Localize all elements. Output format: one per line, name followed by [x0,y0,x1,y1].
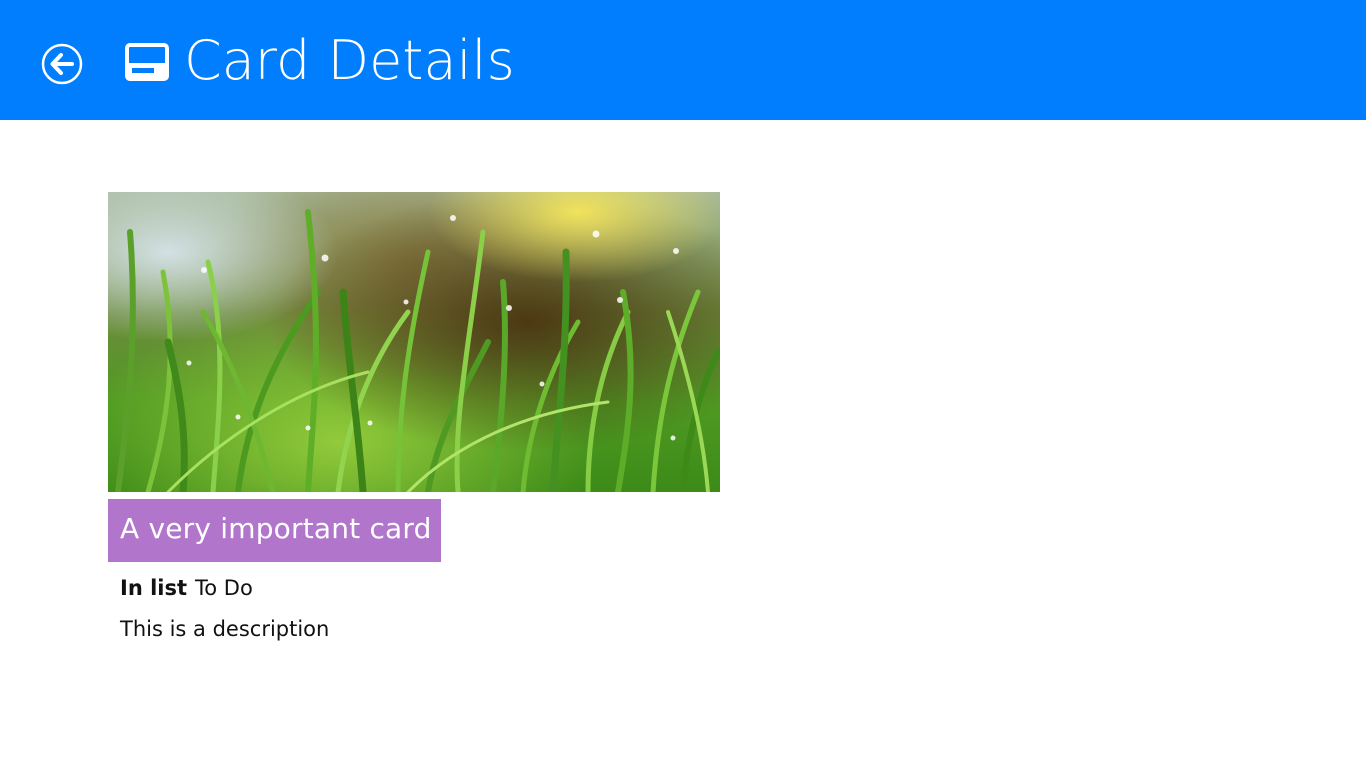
page-title: Card Details [184,29,515,92]
card-icon [125,43,169,81]
list-value: To Do [195,576,253,600]
list-info: In list To Do [120,573,253,603]
app-header: Card Details [0,0,1366,120]
list-label: In list [120,576,188,600]
card-title-banner: A very important card [108,499,441,562]
card-title: A very important card [120,512,432,545]
card-description: This is a description [120,617,330,641]
back-arrow-circle-icon [41,43,83,85]
card-image [108,192,720,492]
back-button[interactable] [41,43,83,85]
